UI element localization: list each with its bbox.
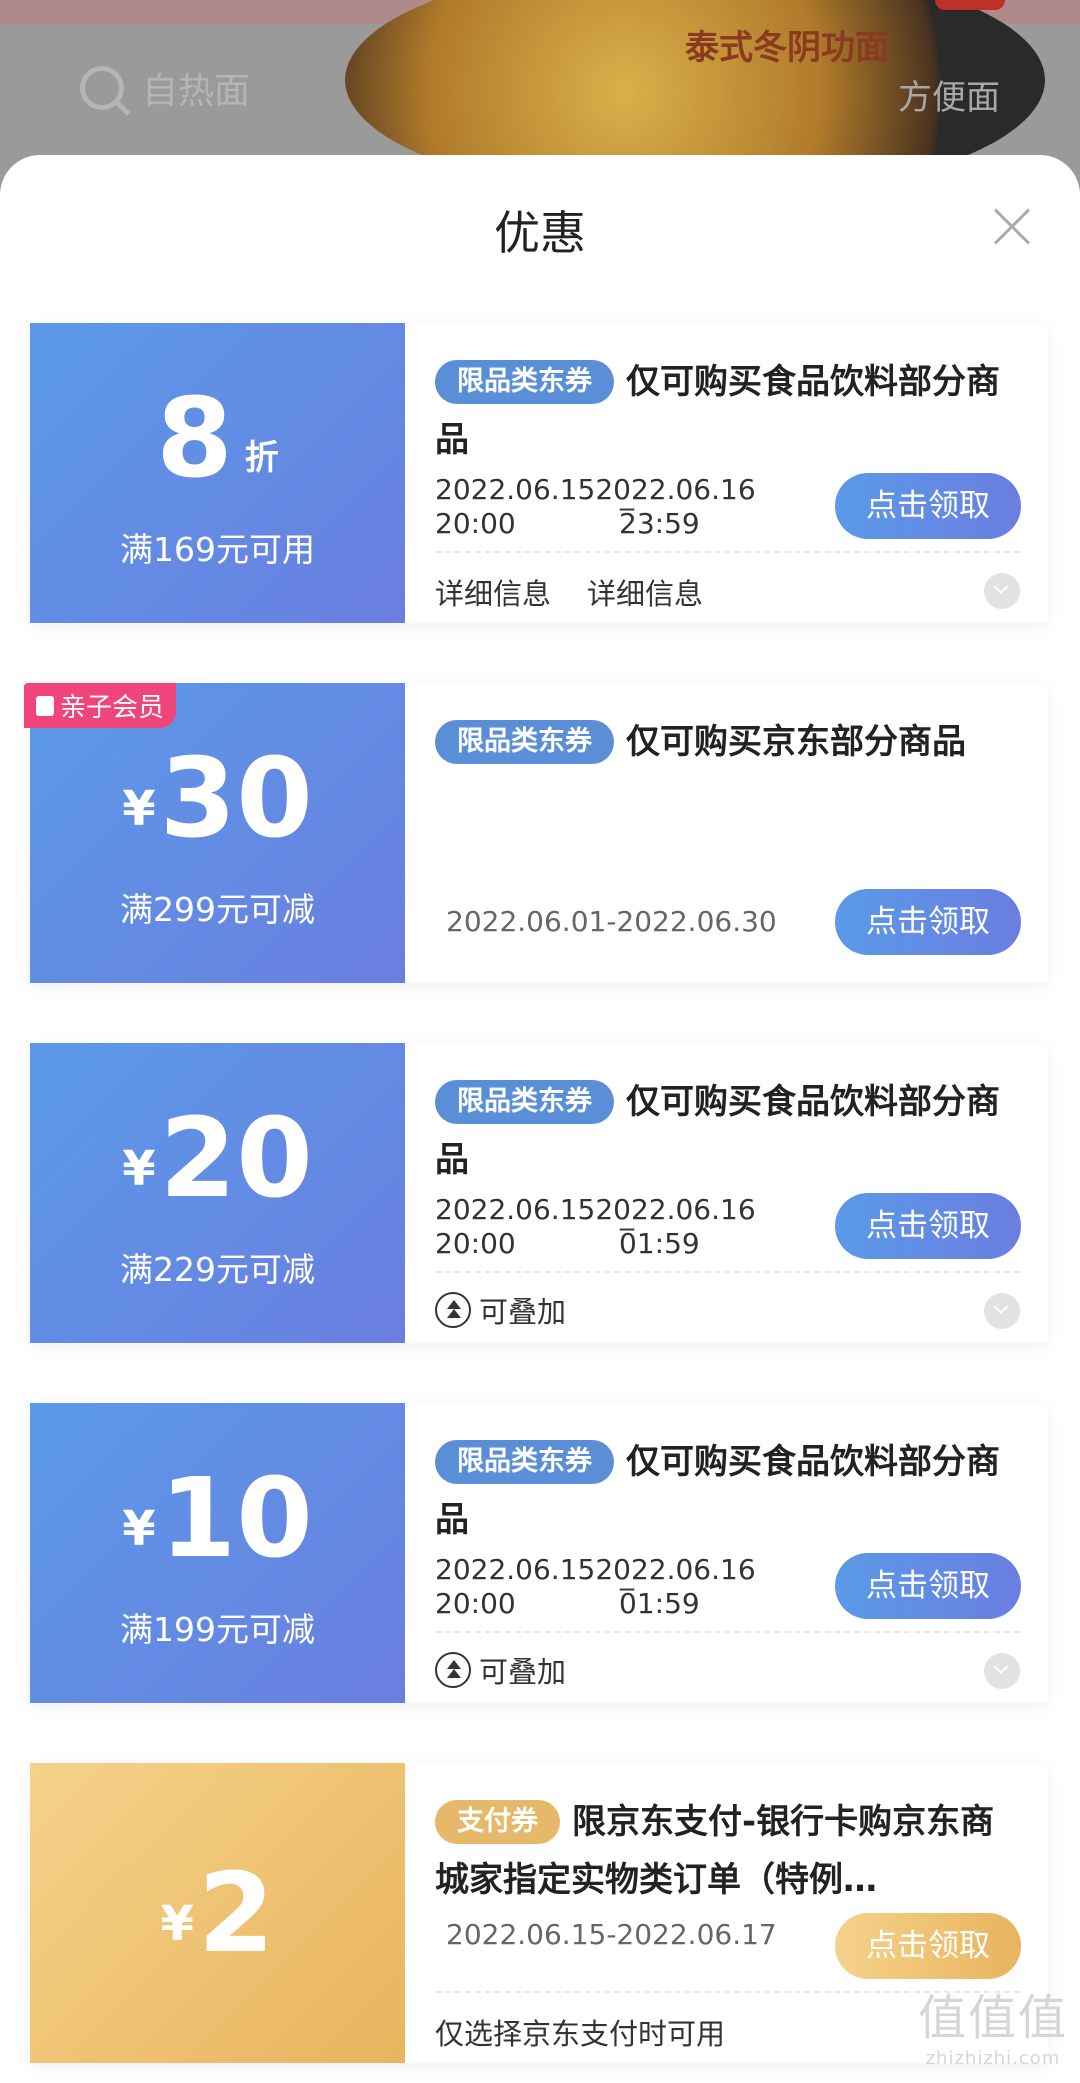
stackable-row: 可叠加: [435, 1649, 566, 1691]
amount-value: 8: [156, 374, 233, 502]
coupon-date-range: 2022.06.01-2022.06.30: [446, 905, 777, 938]
coupon-value-panel: ¥ 30 满299元可减: [30, 683, 405, 983]
date-separator: _: [620, 1198, 634, 1231]
coupon-description: 支付券 限京东支付-银行卡购京东商城家指定实物类订单（特例…: [435, 1793, 1025, 1909]
coupon-card: 8 折 满169元可用 限品类东券 仅可购买食品饮料部分商品 2022.06.15…: [30, 323, 1048, 623]
coupon-desc-text: 仅可购买京东部分商品: [626, 722, 966, 762]
claim-button[interactable]: 点击领取: [835, 1553, 1021, 1619]
date-start: 2022.06.15: [435, 473, 596, 506]
stackable-row: 可叠加: [435, 1289, 566, 1331]
claim-button[interactable]: 点击领取: [835, 1913, 1021, 1979]
date-start: 2022.06.15: [435, 1553, 596, 1586]
search-icon: [80, 66, 124, 110]
coupon-info: 限品类东券 仅可购买食品饮料部分商品: [435, 1433, 1025, 1549]
amount-value: 2: [197, 1849, 275, 1977]
product-badge: [935, 0, 1005, 10]
search-placeholder: 自热面: [142, 71, 251, 112]
coupon-type-tag: 限品类东券: [435, 720, 614, 764]
coupon-amount: ¥ 30: [30, 743, 405, 853]
coupon-card: ¥ 2 支付券 限京东支付-银行卡购京东商城家指定实物类订单（特例… 2022.0…: [30, 1763, 1048, 2063]
watermark-url: zhizhizhi.com: [925, 2048, 1061, 2069]
close-icon[interactable]: [992, 207, 1032, 247]
time-start: 20:00: [435, 507, 516, 540]
coupon-condition: 满229元可减: [120, 1250, 315, 1289]
time-end: 01:59: [619, 1227, 700, 1260]
coupon-card: ¥ 10 满199元可减 限品类东券 仅可购买食品饮料部分商品 2022.06.1…: [30, 1403, 1048, 1703]
sheet-title: 优惠: [494, 206, 586, 260]
coupon-description: 限品类东券 仅可购买食品饮料部分商品: [435, 1073, 1025, 1189]
background-search: 自热面: [80, 62, 250, 114]
dashed-divider: [435, 1271, 1020, 1273]
coupon-date-range: 2022.06.15-2022.06.17: [446, 1918, 777, 1951]
stack-icon: [435, 1652, 471, 1688]
member-icon: [36, 695, 54, 716]
stackable-label: 可叠加: [479, 1655, 567, 1689]
coupon-value-panel: 8 折 满169元可用: [30, 323, 405, 623]
amount-value: 20: [159, 1094, 313, 1222]
currency-symbol: ¥: [122, 1501, 156, 1557]
detail-row: 详细信息 详细信息: [435, 571, 703, 613]
coupon-amount: ¥ 10: [30, 1463, 405, 1573]
coupon-value-panel: ¥ 20 满229元可减: [30, 1043, 405, 1343]
time-start: 20:00: [435, 1587, 516, 1620]
coupon-dates: 2022.06.15 2022.06.16 20:00 01:59: [435, 1553, 756, 1621]
coupon-description: 限品类东券 仅可购买京东部分商品: [435, 713, 1025, 771]
date-start: 2022.06.15: [435, 1193, 596, 1226]
coupon-description: 限品类东券 仅可购买食品饮料部分商品: [435, 1433, 1025, 1549]
coupon-type-tag: 限品类东券: [435, 360, 614, 404]
stackable-label: 可叠加: [479, 1295, 567, 1329]
coupon-dates: 2022.06.15 2022.06.16 20:00 23:59: [435, 473, 756, 541]
amount-value: 30: [159, 734, 313, 862]
amount-value: 10: [159, 1454, 313, 1582]
coupon-value-panel: ¥ 10 满199元可减: [30, 1403, 405, 1703]
watermark-logo: 值值值: [917, 1990, 1068, 2046]
claim-button[interactable]: 点击领取: [835, 889, 1021, 955]
coupon-value-panel: ¥ 2: [30, 1763, 405, 2063]
currency-symbol: ¥: [122, 781, 156, 837]
coupon-info: 限品类东券 仅可购买食品饮料部分商品: [435, 1073, 1025, 1189]
time-end: 01:59: [619, 1587, 700, 1620]
member-badge: 亲子会员: [24, 683, 177, 728]
date-separator: _: [620, 478, 634, 511]
product-label: 泰式冬阴功面: [685, 28, 889, 68]
coupon-amount: ¥ 2: [30, 1858, 405, 1968]
coupon-condition: 满199元可减: [120, 1610, 315, 1649]
coupon-info: 支付券 限京东支付-银行卡购京东商城家指定实物类订单（特例…: [435, 1793, 1025, 1909]
detail-link[interactable]: 详细信息: [587, 571, 703, 613]
coupon-type-tag: 限品类东券: [435, 1080, 614, 1124]
chevron-down-icon[interactable]: [984, 573, 1020, 609]
coupon-sheet: 优惠 8 折 满169元可用 限品类东券 仅可购买食品饮料部分商品 2022.06…: [0, 155, 1080, 2083]
coupon-card: ¥ 30 满299元可减 亲子会员 限品类东券 仅可购买京东部分商品 2022.0…: [24, 683, 1048, 983]
coupon-amount: 8 折: [30, 383, 405, 493]
site-watermark: 值值值 zhizhizhi.com: [918, 1978, 1068, 2069]
coupon-condition: 满299元可减: [120, 890, 315, 929]
coupon-type-tag: 支付券: [435, 1800, 560, 1844]
amount-suffix: 折: [244, 438, 279, 478]
coupon-type-tag: 限品类东券: [435, 1440, 614, 1484]
coupon-amount: ¥ 20: [30, 1103, 405, 1213]
currency-symbol: ¥: [160, 1896, 194, 1952]
chevron-down-icon[interactable]: [984, 1293, 1020, 1329]
time-end: 23:59: [619, 507, 700, 540]
chevron-down-icon[interactable]: [984, 1653, 1020, 1689]
background-category: 方便面: [898, 78, 1000, 118]
dashed-divider: [435, 1631, 1020, 1633]
coupon-condition: 满169元可用: [120, 530, 315, 569]
coupon-description: 限品类东券 仅可购买食品饮料部分商品: [435, 353, 1025, 469]
date-separator: _: [620, 1558, 634, 1591]
member-badge-label: 亲子会员: [60, 693, 165, 723]
coupon-info: 限品类东券 仅可购买食品饮料部分商品: [435, 353, 1025, 469]
time-start: 20:00: [435, 1227, 516, 1260]
claim-button[interactable]: 点击领取: [835, 473, 1021, 539]
payment-note: 仅选择京东支付时可用: [435, 2017, 726, 2051]
stack-icon: [435, 1292, 471, 1328]
coupon-dates: 2022.06.15 2022.06.16 20:00 01:59: [435, 1193, 756, 1261]
coupon-info: 限品类东券 仅可购买京东部分商品: [435, 713, 1025, 771]
claim-button[interactable]: 点击领取: [835, 1193, 1021, 1259]
currency-symbol: ¥: [122, 1141, 156, 1197]
coupon-card: ¥ 20 满229元可减 限品类东券 仅可购买食品饮料部分商品 2022.06.1…: [30, 1043, 1048, 1343]
detail-link[interactable]: 详细信息: [435, 571, 551, 613]
dashed-divider: [435, 551, 1020, 553]
